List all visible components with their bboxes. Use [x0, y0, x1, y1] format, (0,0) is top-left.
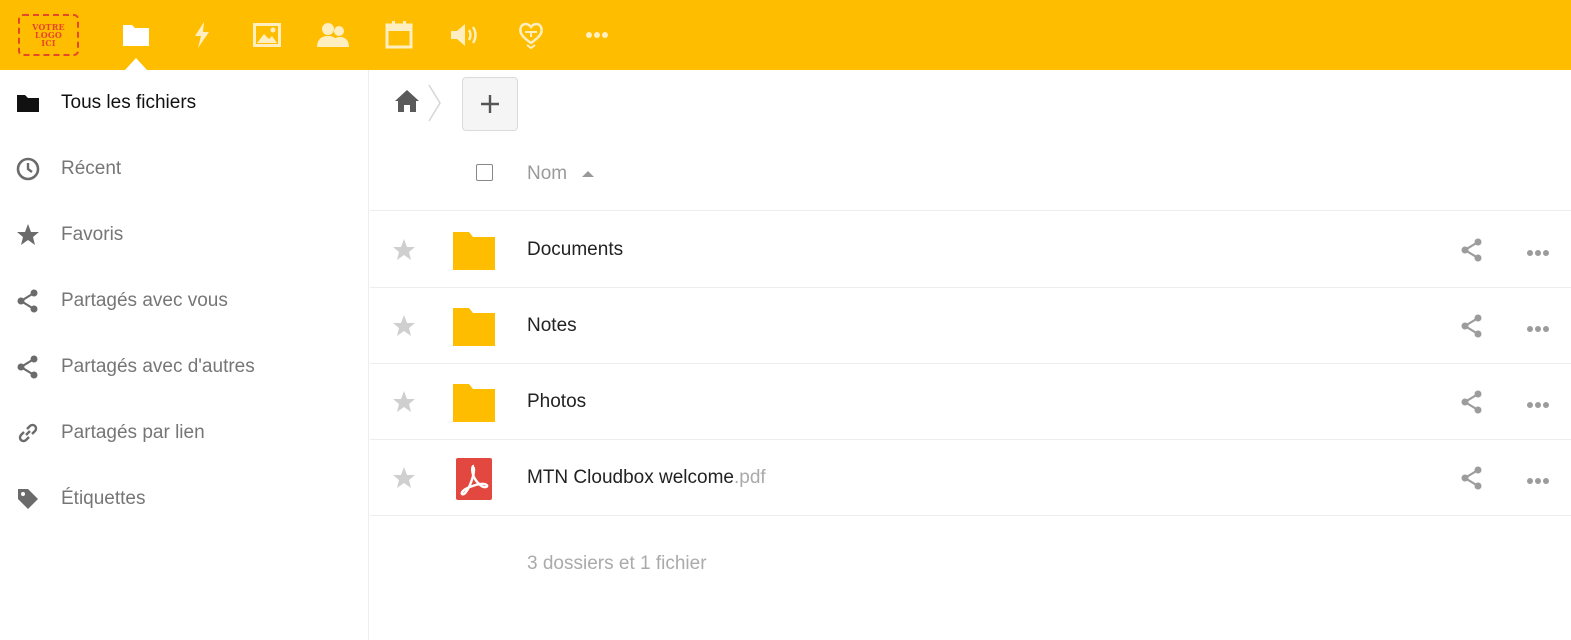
active-app-indicator	[125, 58, 147, 70]
table-row[interactable]: Photos	[370, 364, 1571, 440]
file-name-text: Documents	[527, 239, 624, 260]
calendar-icon[interactable]	[383, 19, 415, 51]
star-icon	[16, 223, 40, 247]
activity-icon[interactable]	[186, 19, 218, 51]
sidebar-item-label: Partagés avec vous	[61, 290, 228, 311]
sidebar: Tous les fichiers Récent Favoris Partagé…	[0, 70, 369, 640]
table-row[interactable]: Notes	[370, 288, 1571, 364]
contacts-icon[interactable]	[317, 19, 349, 51]
audio-icon[interactable]	[449, 19, 481, 51]
table-row[interactable]: MTN Cloudbox welcome.pdf	[370, 440, 1571, 516]
file-name[interactable]: Notes	[527, 315, 577, 337]
clock-icon	[16, 157, 40, 181]
sidebar-item-tags[interactable]: Étiquettes	[0, 466, 368, 532]
link-icon	[16, 421, 40, 445]
pdf-file-icon	[453, 458, 495, 500]
share-icon	[16, 355, 40, 379]
heart-app-icon[interactable]	[515, 19, 547, 51]
logo[interactable]: VOTRE LOGO ICI	[18, 14, 79, 56]
more-actions-icon[interactable]	[1526, 397, 1550, 408]
folder-icon	[453, 382, 495, 422]
file-count-summary: 3 dossiers et 1 fichier	[527, 553, 707, 574]
file-browser: Nom Documents Notes Photos MTN Cloudbox …	[370, 70, 1571, 640]
sidebar-item-label: Partagés avec d'autres	[61, 356, 255, 377]
more-actions-icon[interactable]	[1526, 245, 1550, 256]
home-icon[interactable]	[394, 89, 420, 113]
top-header: VOTRE LOGO ICI	[0, 0, 1571, 70]
add-button[interactable]	[462, 77, 518, 131]
favorite-star-icon[interactable]	[392, 390, 416, 414]
sidebar-item-label: Partagés par lien	[61, 422, 205, 443]
folder-icon	[453, 306, 495, 346]
table-row[interactable]: Documents	[370, 212, 1571, 288]
sidebar-item-all-files[interactable]: Tous les fichiers	[0, 70, 368, 136]
share-icon[interactable]	[1461, 314, 1483, 338]
file-extension: .pdf	[733, 467, 766, 488]
file-name[interactable]: Photos	[527, 391, 586, 413]
folder-icon	[453, 230, 495, 270]
files-icon[interactable]	[120, 19, 152, 51]
share-icon	[16, 289, 40, 313]
column-name-header[interactable]: Nom	[527, 163, 567, 185]
more-actions-icon[interactable]	[1526, 473, 1550, 484]
sort-ascending-icon	[582, 171, 594, 177]
file-name-text: Notes	[527, 315, 577, 336]
more-apps-icon[interactable]	[581, 19, 613, 51]
file-name-text: MTN Cloudbox welcome	[527, 467, 734, 488]
sidebar-item-label: Favoris	[61, 224, 124, 245]
favorite-star-icon[interactable]	[392, 314, 416, 338]
favorite-star-icon[interactable]	[392, 238, 416, 262]
sidebar-item-label: Tous les fichiers	[61, 92, 197, 113]
sidebar-item-recent[interactable]: Récent	[0, 136, 368, 202]
share-icon[interactable]	[1461, 390, 1483, 414]
tag-icon	[16, 487, 40, 511]
sidebar-item-label: Étiquettes	[61, 488, 146, 509]
file-name[interactable]: Documents	[527, 239, 623, 261]
favorite-star-icon[interactable]	[392, 466, 416, 490]
sidebar-item-favorites[interactable]: Favoris	[0, 202, 368, 268]
breadcrumb-separator	[428, 84, 442, 122]
share-icon[interactable]	[1461, 238, 1483, 262]
plus-icon	[481, 95, 499, 113]
logo-line-3: ICI	[41, 38, 56, 48]
sidebar-item-shared-with-you[interactable]: Partagés avec vous	[0, 268, 368, 334]
more-actions-icon[interactable]	[1526, 321, 1550, 332]
share-icon[interactable]	[1461, 466, 1483, 490]
file-name-text: Photos	[527, 391, 587, 412]
select-all-checkbox[interactable]	[476, 164, 493, 181]
gallery-icon[interactable]	[251, 19, 283, 51]
sidebar-item-shared-by-link[interactable]: Partagés par lien	[0, 400, 368, 466]
sidebar-item-label: Récent	[61, 158, 122, 179]
sidebar-item-shared-with-others[interactable]: Partagés avec d'autres	[0, 334, 368, 400]
folder-icon	[16, 91, 40, 115]
file-name[interactable]: MTN Cloudbox welcome.pdf	[527, 467, 766, 489]
